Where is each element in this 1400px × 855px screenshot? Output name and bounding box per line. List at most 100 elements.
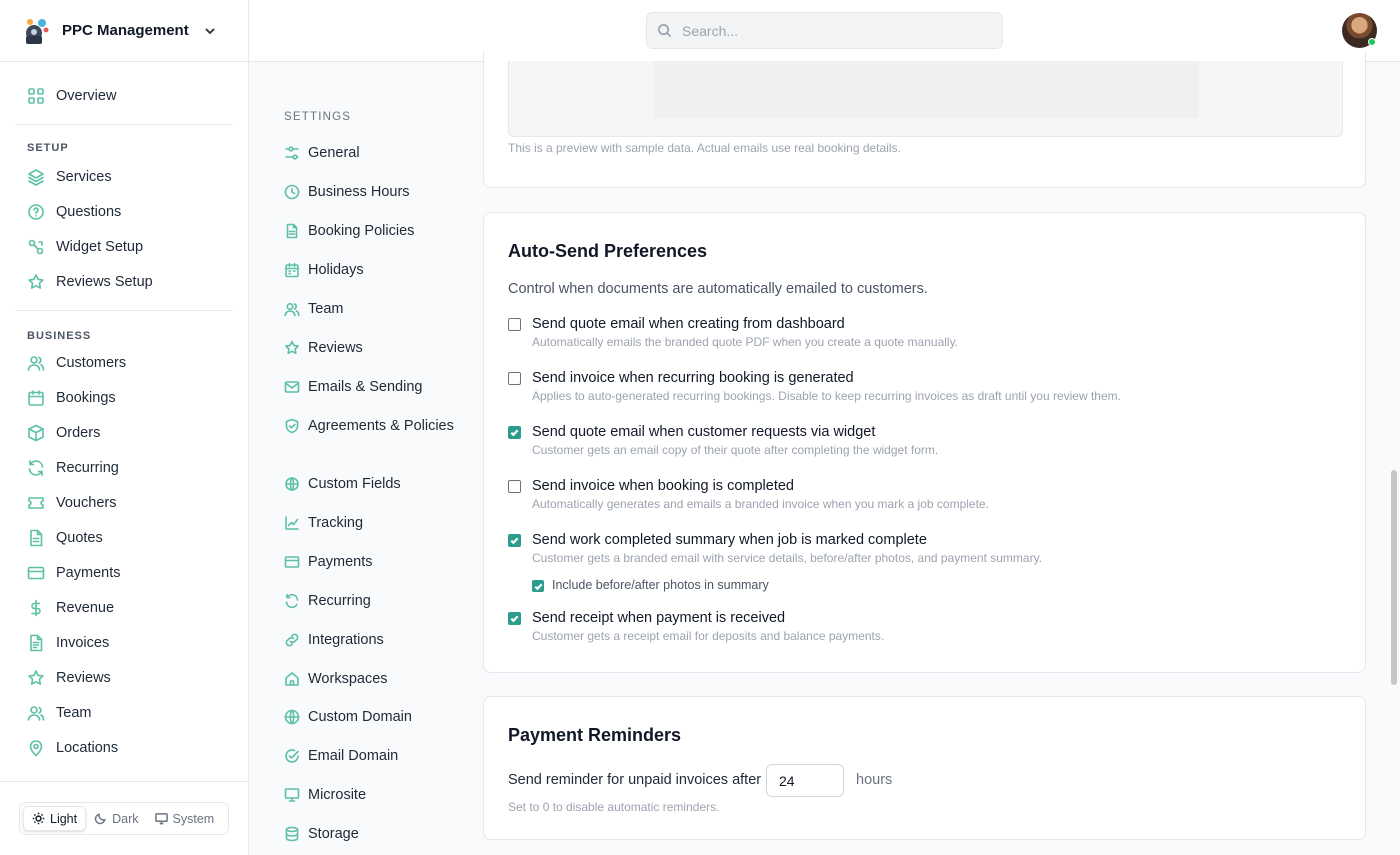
sidebar-item-widget-setup[interactable]: Widget Setup	[15, 229, 233, 264]
settings-item-label: Business Hours	[308, 184, 410, 200]
settings-item-label: Workspaces	[308, 671, 388, 687]
theme-dark-button[interactable]: Dark	[86, 806, 146, 831]
settings-item-custom-fields[interactable]: Custom Fields	[284, 475, 454, 494]
settings-item-integrations[interactable]: Integrations	[284, 631, 454, 650]
sidebar-item-label: Invoices	[56, 634, 110, 651]
checkbox-include-photos[interactable]	[532, 580, 544, 592]
settings-item-label: Booking Policies	[308, 223, 415, 239]
sidebar-item-label: Vouchers	[56, 494, 117, 511]
home-icon	[284, 671, 300, 687]
workspace-switcher[interactable]: PPC Management	[0, 0, 248, 62]
settings-item-label: Tracking	[308, 515, 364, 531]
sidebar-nav: Overview SETUP Services Questions Widget…	[0, 78, 248, 765]
settings-item-holidays[interactable]: Holidays	[284, 261, 454, 280]
file-icon	[27, 529, 45, 547]
settings-item-recurring[interactable]: Recurring	[284, 592, 454, 611]
brand-logo	[20, 16, 50, 46]
sidebar-item-label: Quotes	[56, 529, 103, 546]
sidebar-item-bookings[interactable]: Bookings	[15, 380, 233, 415]
settings-item-microsite[interactable]: Microsite	[284, 786, 454, 805]
settings-item-business-hours[interactable]: Business Hours	[284, 183, 454, 202]
checkbox-receipt[interactable]	[508, 612, 521, 625]
settings-item-tracking[interactable]: Tracking	[284, 514, 454, 533]
checkbox-work-summary[interactable]	[508, 534, 521, 547]
monitor-icon	[154, 813, 168, 825]
sidebar-item-invoices[interactable]: Invoices	[15, 625, 233, 660]
sub-option-label: Include before/after photos in summary	[552, 578, 769, 592]
sidebar-divider	[15, 310, 233, 311]
settings-item-label: Email Domain	[308, 748, 399, 764]
sidebar-item-revenue[interactable]: Revenue	[15, 590, 233, 625]
sidebar-item-quotes[interactable]: Quotes	[15, 520, 233, 555]
auto-send-preferences-card: Auto-Send Preferences Control when docum…	[483, 212, 1366, 673]
settings-item-email-domain[interactable]: Email Domain	[284, 747, 454, 766]
settings-item-reviews[interactable]: Reviews	[284, 339, 454, 358]
moon-icon	[94, 813, 106, 825]
sidebar-item-recurring[interactable]: Recurring	[15, 450, 233, 485]
box-icon	[27, 424, 45, 442]
sidebar-item-vouchers[interactable]: Vouchers	[15, 485, 233, 520]
sidebar-item-label: Reviews Setup	[56, 273, 153, 290]
email-preview-frame	[508, 61, 1343, 137]
sidebar-item-questions[interactable]: Questions	[15, 194, 233, 229]
settings-item-label: Integrations	[308, 632, 384, 648]
sidebar-item-team[interactable]: Team	[15, 695, 233, 730]
sidebar-item-customers[interactable]: Customers	[15, 345, 233, 380]
sidebar-item-locations[interactable]: Locations	[15, 730, 233, 765]
theme-system-label: System	[172, 811, 215, 826]
settings-item-label: Team	[308, 301, 344, 317]
settings-item-booking-policies[interactable]: Booking Policies	[284, 222, 454, 241]
option-label: Send invoice when booking is completed	[532, 478, 794, 494]
sidebar-item-orders[interactable]: Orders	[15, 415, 233, 450]
sidebar-item-payments[interactable]: Payments	[15, 555, 233, 590]
search-input[interactable]	[682, 22, 982, 39]
checkbox-invoice-completed[interactable]	[508, 480, 521, 493]
settings-item-storage[interactable]: Storage	[284, 825, 454, 844]
sidebar-divider	[15, 124, 233, 125]
sidebar-item-reviews-setup[interactable]: Reviews Setup	[15, 264, 233, 299]
settings-item-emails-sending[interactable]: Emails & Sending	[284, 378, 454, 397]
invoice-icon	[27, 634, 45, 652]
users-icon	[284, 301, 300, 317]
settings-item-label: Recurring	[308, 593, 371, 609]
sun-icon	[32, 812, 45, 825]
checkbox-quote-widget[interactable]	[508, 426, 521, 439]
mail-icon	[284, 379, 300, 395]
theme-system-button[interactable]: System	[147, 806, 223, 831]
sidebar-item-services[interactable]: Services	[15, 159, 233, 194]
settings-item-team[interactable]: Team	[284, 300, 454, 319]
workspace-name: PPC Management	[62, 22, 189, 39]
settings-item-label: Custom Domain	[308, 709, 412, 725]
link-icon	[284, 632, 300, 648]
settings-item-agreements-policies[interactable]: Agreements & Policies	[284, 417, 454, 436]
settings-item-label: Agreements & Policies	[308, 418, 454, 434]
sidebar-item-reviews[interactable]: Reviews	[15, 660, 233, 695]
checkbox-quote-dashboard[interactable]	[508, 318, 521, 331]
settings-item-workspaces[interactable]: Workspaces	[284, 670, 454, 689]
sidebar-item-label: Team	[56, 704, 92, 721]
theme-light-button[interactable]: Light	[23, 806, 87, 831]
auto-send-description: Control when documents are automatically…	[508, 281, 928, 297]
settings-item-label: General	[308, 145, 360, 161]
settings-nav-title: SETTINGS	[284, 111, 352, 123]
grid-icon	[27, 87, 45, 105]
theme-dark-label: Dark	[112, 811, 139, 826]
theme-switcher: Light Dark System	[19, 802, 229, 835]
sidebar: PPC Management Overview SETUP Services Q…	[0, 0, 249, 855]
settings-item-general[interactable]: General	[284, 144, 454, 163]
page-scrollbar[interactable]	[1391, 470, 1397, 685]
option-help: Customer gets a receipt email for deposi…	[532, 629, 885, 643]
payment-reminders-card: Payment Reminders Send reminder for unpa…	[483, 696, 1366, 840]
refresh-icon	[27, 459, 45, 477]
sidebar-item-label: Customers	[56, 354, 127, 371]
theme-light-label: Light	[50, 811, 78, 826]
calendar-icon	[284, 262, 300, 278]
settings-nav: SETTINGS General Business Hours Booking …	[249, 62, 483, 855]
settings-item-payments[interactable]: Payments	[284, 553, 454, 572]
search-box[interactable]	[646, 12, 1003, 49]
email-preview-card: This is a preview with sample data. Actu…	[483, 52, 1366, 188]
settings-item-custom-domain[interactable]: Custom Domain	[284, 708, 454, 727]
reminder-hours-input[interactable]	[766, 764, 844, 797]
checkbox-invoice-recurring[interactable]	[508, 372, 521, 385]
sidebar-item-overview[interactable]: Overview	[15, 78, 233, 113]
